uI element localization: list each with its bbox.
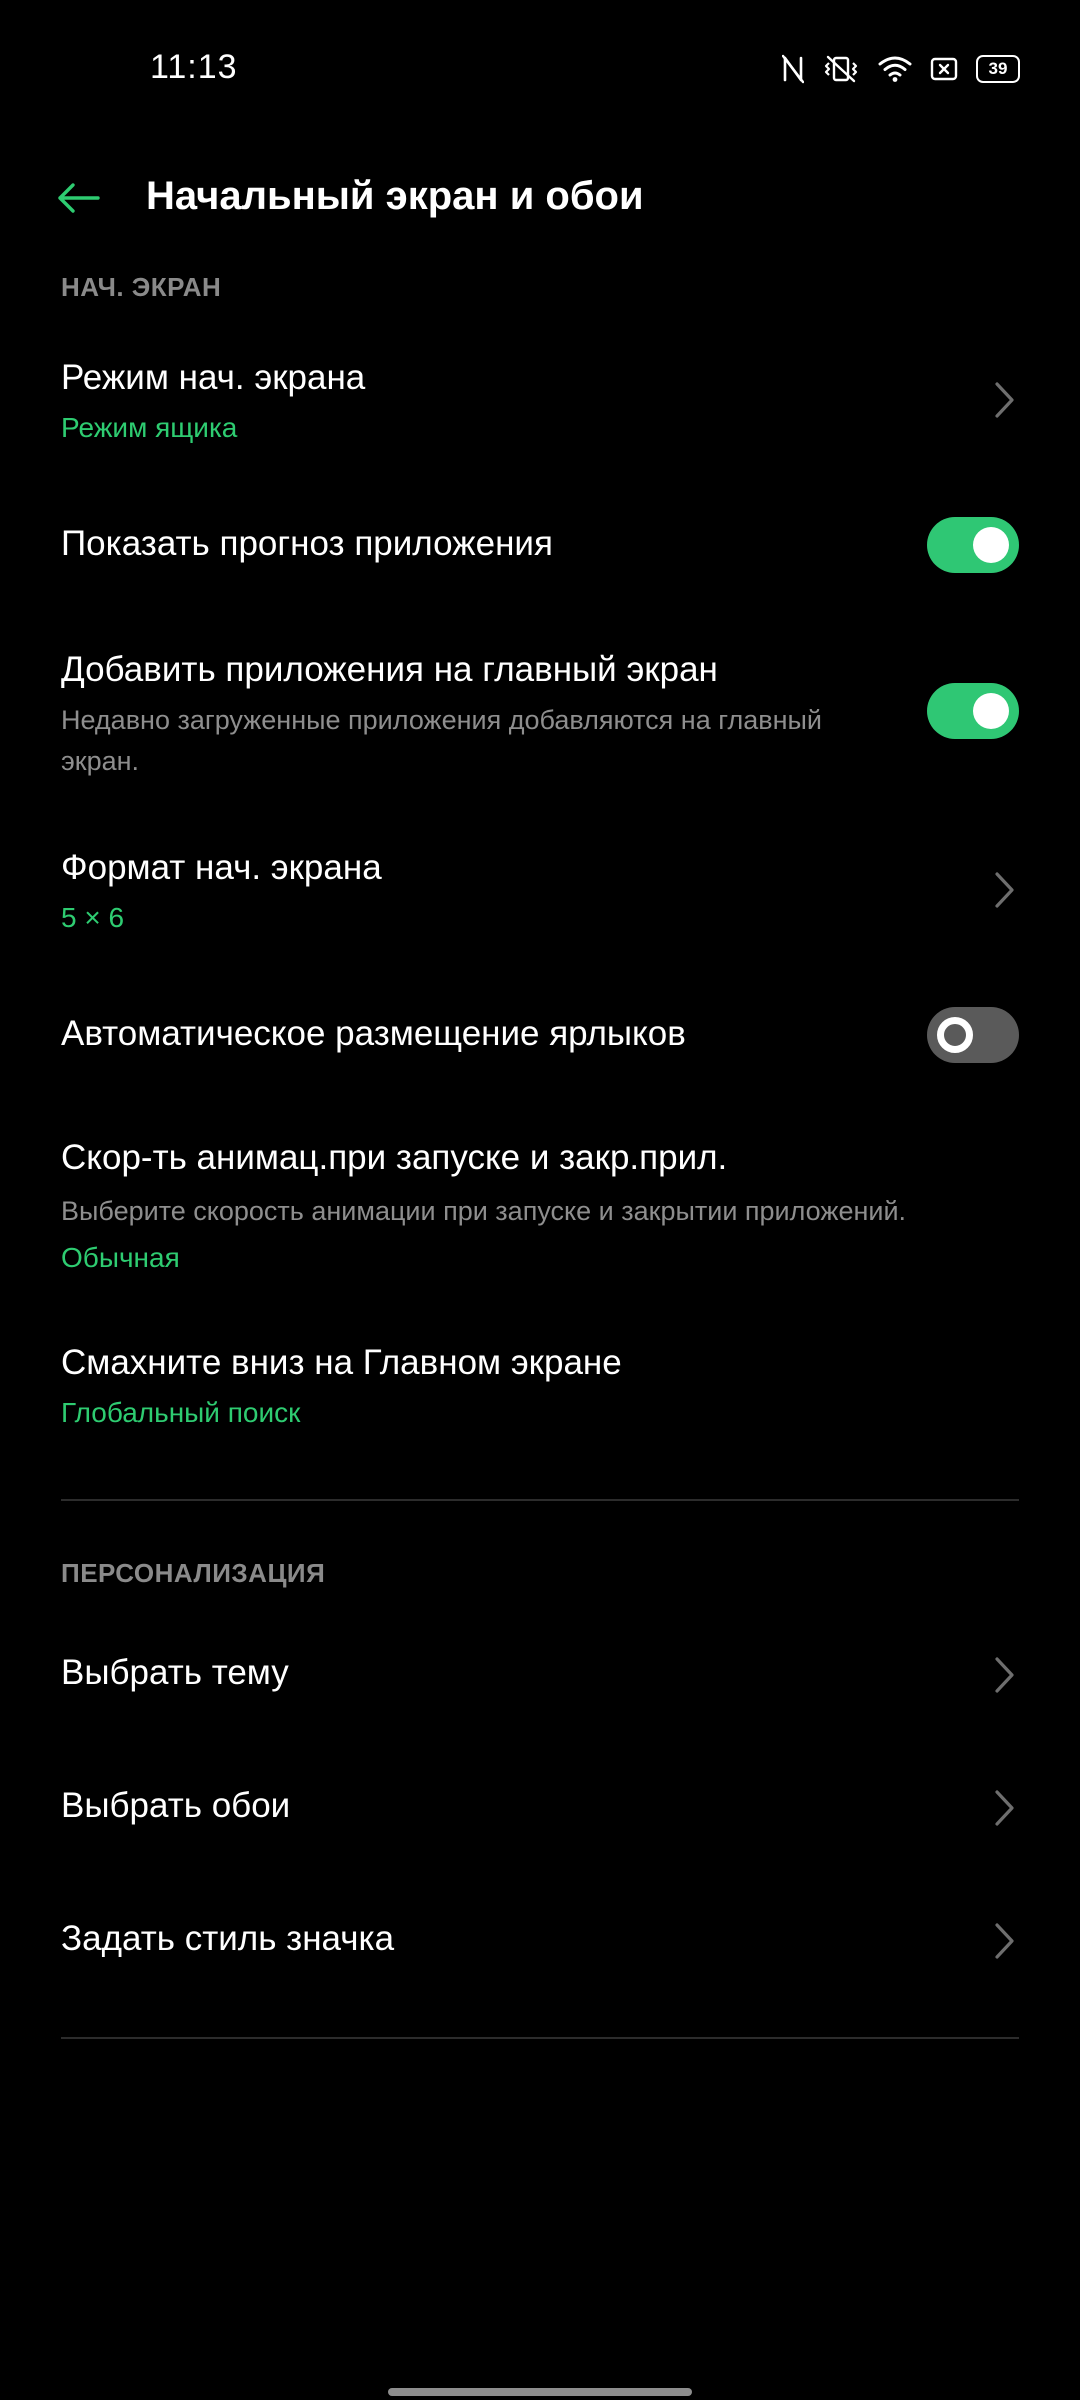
toggle-knob bbox=[937, 1017, 973, 1053]
app-suggestions-title: Показать прогноз приложения bbox=[61, 524, 553, 563]
add-apps-toggle[interactable] bbox=[927, 683, 1019, 739]
add-apps-item[interactable]: Добавить приложения на главный экран Нед… bbox=[0, 640, 1080, 790]
nfc-icon bbox=[782, 54, 804, 84]
vibrate-icon bbox=[822, 54, 860, 84]
section-divider bbox=[61, 1499, 1019, 1501]
back-button[interactable] bbox=[50, 170, 106, 226]
section-divider bbox=[61, 2037, 1019, 2039]
icon-style-item[interactable]: Задать стиль значка bbox=[0, 1891, 1080, 1991]
swipe-down-title: Смахните вниз на Главном экране bbox=[61, 1343, 622, 1382]
auto-arrange-item[interactable]: Автоматическое размещение ярлыков bbox=[0, 990, 1080, 1080]
wifi-icon bbox=[878, 55, 912, 83]
chevron-right-icon bbox=[995, 872, 1014, 908]
animation-speed-item[interactable]: Скор-ть анимац.при запуске и закр.прил. … bbox=[0, 1120, 1080, 1290]
choose-wallpaper-item[interactable]: Выбрать обои bbox=[0, 1758, 1080, 1858]
sim-off-icon bbox=[930, 56, 958, 82]
home-mode-item[interactable]: Режим нач. экрана Режим ящика bbox=[0, 340, 1080, 460]
toggle-knob bbox=[973, 527, 1009, 563]
page-title: Начальный экран и обои bbox=[146, 174, 644, 218]
toggle-knob bbox=[973, 693, 1009, 729]
auto-arrange-toggle[interactable] bbox=[927, 1007, 1019, 1063]
add-apps-title: Добавить приложения на главный экран bbox=[61, 650, 718, 689]
status-time: 11:13 bbox=[150, 48, 238, 86]
chevron-right-icon bbox=[995, 382, 1014, 418]
home-mode-title: Режим нач. экрана bbox=[61, 358, 366, 397]
chevron-right-icon bbox=[995, 1790, 1014, 1826]
choose-theme-item[interactable]: Выбрать тему bbox=[0, 1625, 1080, 1725]
app-suggestions-item[interactable]: Показать прогноз приложения bbox=[0, 500, 1080, 590]
app-header: Начальный экран и обои bbox=[0, 160, 1080, 230]
status-bar: 11:13 39 bbox=[0, 0, 1080, 140]
section-header-home-screen: НАЧ. ЭКРАН bbox=[61, 272, 222, 302]
animation-speed-title: Скор-ть анимац.при запуске и закр.прил. bbox=[61, 1138, 728, 1177]
status-icons: 39 bbox=[782, 50, 1020, 88]
home-layout-item[interactable]: Формат нач. экрана 5 × 6 bbox=[0, 830, 1080, 950]
home-mode-value: Режим ящика bbox=[61, 412, 238, 443]
add-apps-description: Недавно загруженные приложения добавляют… bbox=[61, 705, 822, 776]
home-indicator[interactable] bbox=[388, 2388, 692, 2396]
choose-wallpaper-label: Выбрать обои bbox=[61, 1786, 291, 1825]
chevron-right-icon bbox=[995, 1923, 1014, 1959]
animation-speed-value: Обычная bbox=[61, 1242, 180, 1273]
choose-theme-label: Выбрать тему bbox=[61, 1653, 289, 1692]
icon-style-label: Задать стиль значка bbox=[61, 1919, 395, 1958]
battery-icon: 39 bbox=[976, 55, 1020, 83]
chevron-right-icon bbox=[995, 1657, 1014, 1693]
app-suggestions-toggle[interactable] bbox=[927, 517, 1019, 573]
swipe-down-value: Глобальный поиск bbox=[61, 1397, 301, 1428]
animation-speed-description: Выберите скорость анимации при запуске и… bbox=[61, 1196, 907, 1226]
arrow-left-icon bbox=[58, 183, 100, 213]
section-header-personalization: ПЕРСОНАЛИЗАЦИЯ bbox=[61, 1558, 326, 1588]
auto-arrange-title: Автоматическое размещение ярлыков bbox=[61, 1014, 686, 1053]
home-layout-title: Формат нач. экрана bbox=[61, 848, 382, 887]
home-layout-value: 5 × 6 bbox=[61, 902, 125, 933]
swipe-down-item[interactable]: Смахните вниз на Главном экране Глобальн… bbox=[0, 1325, 1080, 1445]
